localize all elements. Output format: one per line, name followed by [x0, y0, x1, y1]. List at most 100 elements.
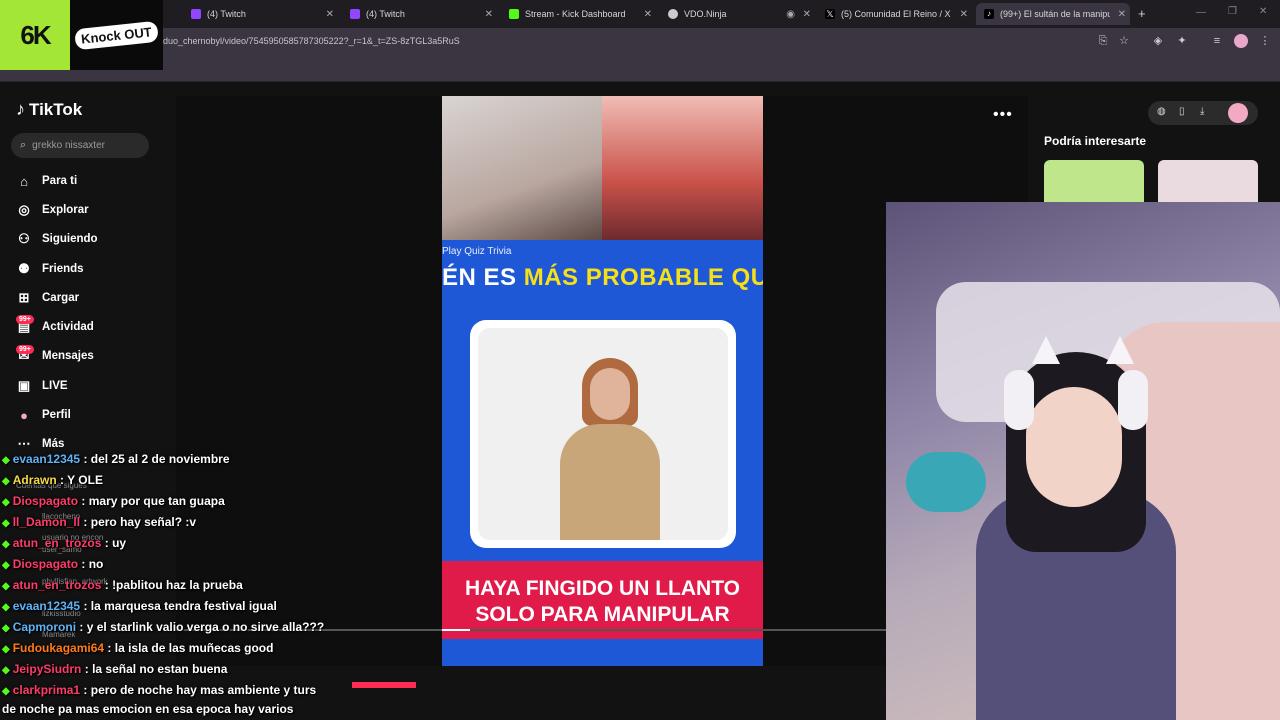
chat-username[interactable]: JeipySiudrn [13, 662, 82, 676]
nav-explore[interactable]: ◎ Explorar [16, 200, 89, 220]
nav-live[interactable]: ▣ LIVE [16, 376, 68, 396]
close-icon[interactable]: ✕ [326, 9, 334, 20]
browser-tab[interactable]: 𝕏 (5) Comunidad El Reino / X ✕ [817, 3, 972, 25]
kick-badge-icon: ◆ [2, 497, 10, 508]
headphone-right [1118, 370, 1148, 430]
bookmark-star-icon[interactable]: ☆ [1117, 34, 1131, 48]
brand-logo-6k: 6K [0, 0, 70, 70]
chat-message: ◆ Capmoroni : y el starlink valio verga o… [2, 620, 324, 634]
chat-message: ◆ evaan12345 : la marquesa tendra festiva… [2, 599, 277, 613]
nav-following[interactable]: ⚇ Siguiendo [16, 229, 97, 249]
menu-icon[interactable]: ⋮ [1258, 34, 1272, 48]
chat-username[interactable]: Adrawn [13, 473, 57, 487]
kick-badge-icon: ◆ [2, 602, 10, 613]
chat-text: la marquesa tendra festival igual [90, 599, 277, 613]
download-icon[interactable]: ⤓ [1200, 106, 1204, 117]
video-player[interactable]: Play Quiz Trivia ÉN ES MÁS PROBABLE QU H… [442, 96, 763, 666]
twitch-icon [191, 9, 201, 19]
close-icon[interactable]: ✕ [960, 9, 968, 20]
nav-label: Explorar [42, 204, 89, 216]
nav-profile[interactable]: ● Perfil [16, 405, 71, 425]
close-icon[interactable]: ✕ [803, 9, 811, 20]
vdo-ninja-icon [668, 9, 678, 19]
minimize-icon[interactable]: — [1196, 7, 1206, 18]
kick-badge-icon: ◆ [2, 686, 10, 697]
chat-separator: : [101, 578, 113, 592]
address-bar: duo_chernobyl/video/7545950585787305222?… [0, 28, 1280, 56]
chat-username[interactable]: ll_Damon_ll [13, 515, 80, 529]
headphone-left [1004, 370, 1034, 430]
chat-username[interactable]: Fudoukagami64 [13, 641, 104, 655]
kick-badge-icon: ◆ [2, 518, 10, 529]
kick-badge-icon: ◆ [2, 539, 10, 550]
friends-icon: ⚉ [18, 261, 30, 276]
install-icon[interactable]: ⎘ [1096, 34, 1110, 48]
chat-username[interactable]: Diospagato [13, 557, 78, 571]
chat-separator: : [78, 557, 89, 571]
new-tab-icon[interactable]: + [1138, 6, 1146, 21]
chat-username[interactable]: Capmoroni [13, 620, 76, 634]
recommended-thumbnail[interactable] [1158, 160, 1258, 202]
chat-message: ◆ clarkprima1 : pero de noche hay mas amb… [2, 683, 316, 697]
extension-icon[interactable]: ◈ [1151, 34, 1165, 48]
search-icon: ⌕ [20, 139, 27, 151]
kick-badge-icon: ◆ [2, 581, 10, 592]
browser-tab[interactable]: Stream - Kick Dashboard ✕ [501, 3, 656, 25]
tiktok-logo[interactable]: ♪ TikTok [16, 99, 82, 120]
profile-avatar[interactable] [1234, 34, 1248, 48]
tab-search-icon[interactable]: ≡ [1210, 34, 1224, 48]
nav-more[interactable]: ⋯ Más [16, 434, 65, 454]
search-input[interactable]: ⌕ grekko nissaxter [11, 133, 149, 158]
following-icon: ⚇ [18, 231, 30, 246]
brand-name: TikTok [29, 99, 83, 119]
avatar[interactable] [1228, 103, 1248, 123]
chat-separator: : [56, 473, 68, 487]
chat-separator: : [76, 620, 87, 634]
close-window-icon[interactable]: ✕ [1259, 6, 1267, 17]
chat-message: ◆ atun_en_trozos : !pablitou haz la prueb… [2, 578, 243, 592]
chat-username[interactable]: atun_en_trozos [13, 536, 102, 550]
more-options-icon[interactable]: ••• [993, 106, 1013, 124]
maximize-icon[interactable]: ❐ [1228, 6, 1237, 17]
tiktok-icon: ♪ [984, 9, 994, 19]
chat-message: de noche pa mas emocion en esa epoca hay… [2, 702, 293, 716]
chat-username[interactable]: clarkprima1 [13, 683, 80, 697]
chat-text: del 25 al 2 de noviembre [90, 452, 230, 466]
chat-username[interactable]: evaan12345 [13, 599, 80, 613]
nav-friends[interactable]: ⚉ Friends [16, 259, 84, 279]
webcam-face [1026, 387, 1122, 507]
browser-tab-active[interactable]: ♪ (99+) El sultán de la manipulaci ✕ [976, 3, 1130, 25]
chat-username[interactable]: atun_en_trozos [13, 578, 102, 592]
kick-badge-icon: ◆ [2, 455, 10, 466]
close-icon[interactable]: ✕ [644, 9, 652, 20]
coins-icon[interactable]: ◍ [1157, 106, 1166, 117]
url-field[interactable]: duo_chernobyl/video/7545950585787305222?… [163, 36, 460, 46]
recommended-thumbnail[interactable] [1044, 160, 1144, 202]
chat-username[interactable]: evaan12345 [13, 452, 80, 466]
browser-tab-bar: (4) Twitch ✕ (4) Twitch ✕ Stream - Kick … [0, 0, 1280, 28]
chat-separator: : [104, 641, 115, 655]
caption-line: HAYA FINGIDO UN LLANTO [465, 577, 740, 600]
image-shape [560, 424, 660, 540]
puzzle-icon[interactable]: ✦ [1175, 34, 1189, 48]
nav-for-you[interactable]: ⌂ Para ti [16, 171, 77, 191]
tab-title: (4) Twitch [366, 9, 405, 19]
nav-label: Friends [42, 263, 84, 275]
browser-tab[interactable]: VDO.Ninja ◉ ✕ [660, 3, 815, 25]
image-shape [590, 368, 630, 420]
red-indicator [352, 682, 416, 688]
cat-ear-right [1106, 336, 1134, 364]
device-icon[interactable]: ▯ [1179, 106, 1185, 117]
live-icon: ▣ [17, 378, 31, 393]
nav-label: Perfil [42, 409, 71, 421]
browser-tab[interactable]: (4) Twitch ✕ [342, 3, 497, 25]
record-icon[interactable]: ◉ [786, 9, 795, 20]
close-icon[interactable]: ✕ [485, 9, 493, 20]
chat-text: no [88, 557, 104, 571]
chat-username[interactable]: Diospagato [13, 494, 78, 508]
browser-tab[interactable]: (4) Twitch ✕ [183, 3, 338, 25]
chat-separator: : [78, 494, 89, 508]
close-icon[interactable]: ✕ [1118, 9, 1126, 20]
nav-upload[interactable]: ⊞ Cargar [16, 288, 80, 308]
chat-text: !pablitou haz la prueba [112, 578, 243, 592]
